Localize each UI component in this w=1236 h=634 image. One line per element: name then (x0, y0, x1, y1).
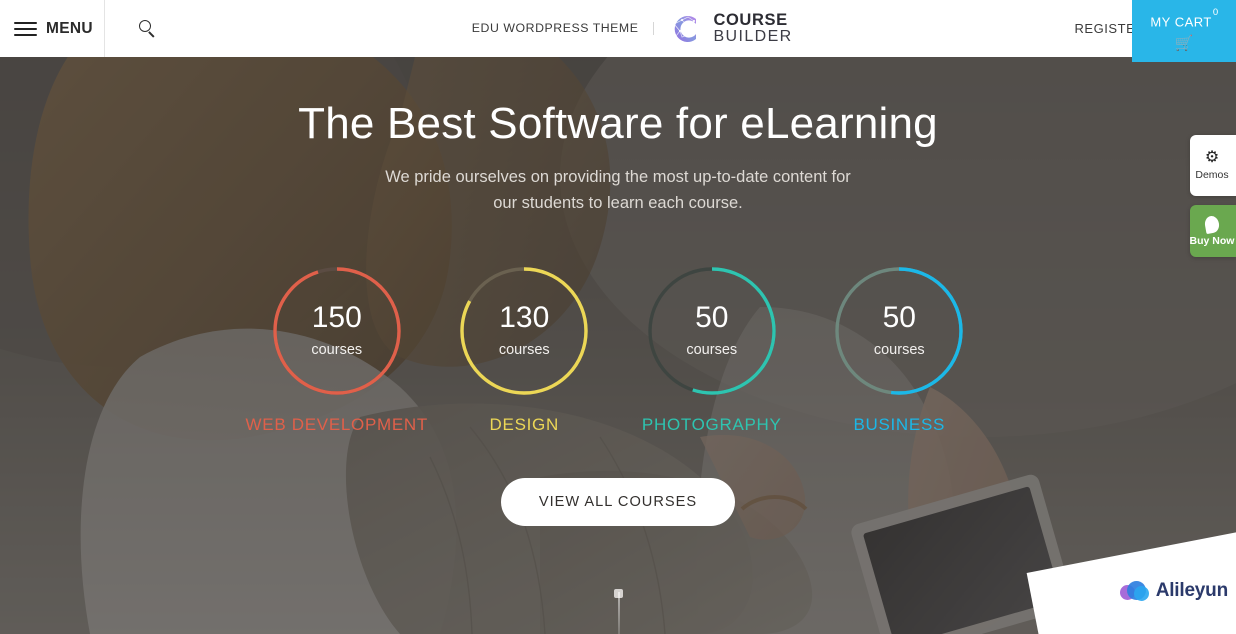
hero-subtitle-line1: We pride ourselves on providing the most… (385, 168, 851, 187)
envato-leaf-icon (1203, 214, 1221, 234)
watermark: Alileyun (1119, 580, 1229, 602)
hero-subtitle-line2: our students to learn each course. (493, 194, 743, 213)
stat-category: BUSINESS (853, 414, 946, 434)
progress-ring: 50 courses (645, 264, 779, 398)
stat-card[interactable]: 150 courses WEB DEVELOPMENT (243, 264, 431, 435)
stat-category: WEB DEVELOPMENT (245, 414, 428, 434)
stat-value: 50 (695, 301, 729, 335)
hero-subtitle: We pride ourselves on providing the most… (385, 164, 851, 216)
gear-icon: ⚙ (1204, 149, 1220, 166)
stat-category: PHOTOGRAPHY (641, 414, 782, 434)
search-button[interactable] (105, 0, 190, 57)
stat-card[interactable]: 50 courses BUSINESS (806, 264, 994, 435)
site-header: MENU EDU WORDPRESS THEME COURSE BUILDER … (0, 0, 1236, 62)
course-builder-logo-icon (673, 15, 697, 42)
brand[interactable]: EDU WORDPRESS THEME COURSE BUILDER (190, 0, 1074, 57)
cart-count: 0 (1212, 6, 1219, 18)
search-icon (139, 20, 156, 38)
progress-ring: 50 courses (832, 264, 966, 398)
stat-value: 150 (311, 301, 362, 335)
cta-wrap: VIEW ALL COURSES (500, 477, 736, 526)
stat-category: DESIGN (489, 414, 559, 434)
page-title: The Best Software for eLearning (298, 99, 938, 148)
logo-line-2: BUILDER (713, 27, 793, 45)
demos-tab-label: Demos (1195, 169, 1229, 181)
demos-tab-button[interactable]: ⚙ Demos (1190, 135, 1236, 196)
cloud-logo-icon (1119, 580, 1151, 602)
stat-unit: courses (498, 342, 550, 359)
progress-ring: 130 courses (457, 264, 591, 398)
buy-now-tab-label: Buy Now (1189, 234, 1235, 247)
cart-label: MY CART (1150, 14, 1212, 30)
stat-unit: courses (686, 342, 738, 359)
stat-value: 130 (499, 301, 550, 335)
hero-content: The Best Software for eLearning We pride… (0, 57, 1236, 634)
stat-value: 50 (882, 301, 916, 335)
hero-section: The Best Software for eLearning We pride… (0, 57, 1236, 634)
hamburger-icon (14, 21, 37, 36)
stat-unit: courses (311, 342, 363, 359)
logo-line-1: COURSE (713, 10, 788, 29)
brand-tagline: EDU WORDPRESS THEME (472, 22, 655, 35)
page-root: MENU EDU WORDPRESS THEME COURSE BUILDER … (0, 0, 1236, 634)
stat-unit: courses (873, 342, 925, 359)
stat-card[interactable]: 130 courses DESIGN (431, 264, 619, 435)
stat-card[interactable]: 50 courses PHOTOGRAPHY (618, 264, 806, 435)
menu-toggle[interactable]: MENU (0, 0, 105, 57)
shopping-cart-icon: 🛒 (1174, 35, 1194, 53)
watermark-text: Alileyun (1155, 580, 1229, 601)
course-stats: 150 courses WEB DEVELOPMENT 130 courses DESIG… (243, 264, 993, 435)
scroll-indicator-line (618, 592, 620, 634)
buy-now-tab-button[interactable]: Buy Now (1190, 205, 1236, 257)
my-cart-button[interactable]: MY CART0 🛒 (1132, 0, 1236, 62)
view-all-courses-button[interactable]: VIEW ALL COURSES (500, 477, 736, 526)
logo[interactable]: COURSE BUILDER (654, 12, 792, 46)
progress-ring: 150 courses (270, 264, 404, 398)
menu-label: MENU (46, 19, 93, 37)
